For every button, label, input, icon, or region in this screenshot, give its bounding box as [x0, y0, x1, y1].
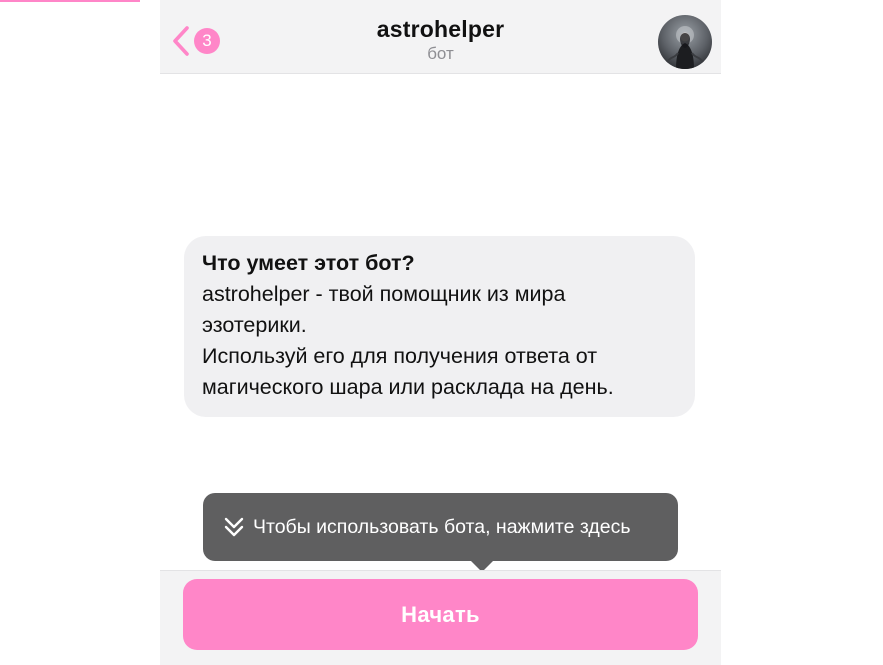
bot-description-line: Используй его для получения ответа от — [202, 344, 598, 368]
chat-header: 3 astrohelper бот — [160, 0, 721, 74]
start-hint-text: Чтобы использовать бота, нажмите здесь — [253, 515, 631, 538]
bot-avatar[interactable] — [658, 15, 712, 69]
avatar-image — [658, 15, 712, 69]
chat-subtitle: бот — [427, 44, 454, 63]
back-button[interactable]: 3 — [170, 24, 220, 58]
accent-strip — [0, 0, 140, 2]
bot-description-heading: Что умеет этот бот? — [202, 251, 415, 275]
double-chevron-down-icon — [224, 517, 244, 537]
chevron-left-icon — [173, 26, 189, 56]
bottom-bar: Начать — [160, 570, 721, 665]
start-button[interactable]: Начать — [183, 579, 698, 650]
bot-description-bubble: Что умеет этот бот? astrohelper - твой п… — [184, 236, 695, 417]
chat-title-block[interactable]: astrohelper бот — [290, 14, 591, 64]
bot-description-line: astrohelper - твой помощник из мира — [202, 282, 566, 306]
start-hint-tooltip: Чтобы использовать бота, нажмите здесь — [203, 493, 678, 572]
chat-screen: 3 astrohelper бот Что умеет этот бот? as… — [160, 0, 721, 665]
chat-title: astrohelper — [376, 16, 505, 42]
bot-description-line: магического шара или расклада на день. — [202, 375, 614, 399]
bot-description-line: эзотерики. — [202, 313, 307, 337]
unread-count-badge: 3 — [194, 28, 220, 54]
